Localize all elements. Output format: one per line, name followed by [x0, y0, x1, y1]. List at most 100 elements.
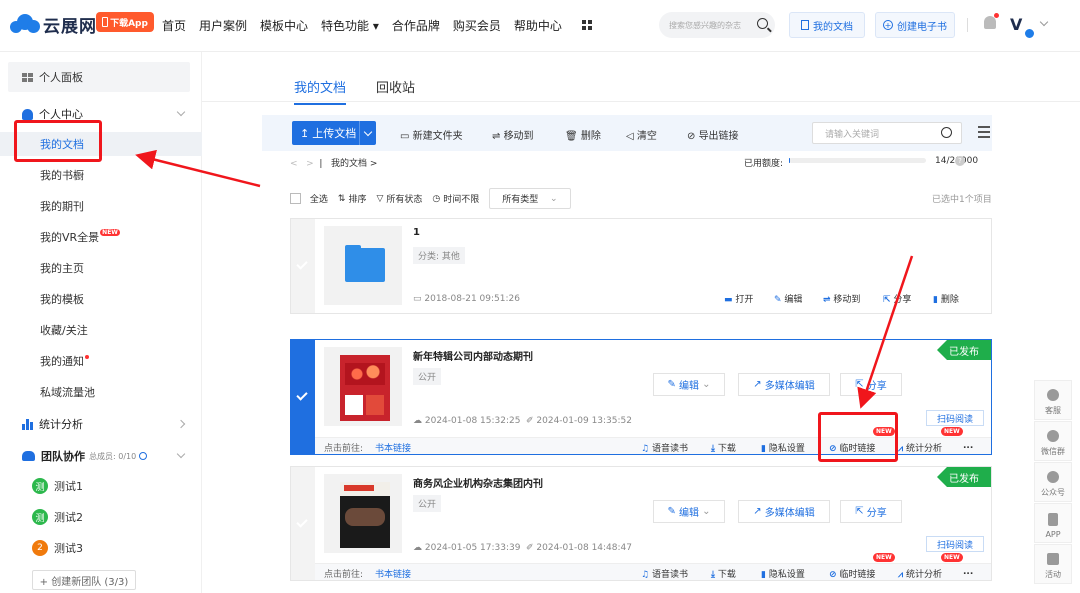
privacy-button[interactable]: ▮ 隐私设置 — [761, 567, 805, 580]
folder-card[interactable]: 1 分类: 其他 ▭ 2018-08-21 09:51:26 ▬ 打开 ✎ 编辑… — [290, 218, 992, 314]
select-all-checkbox[interactable]: 全选 — [290, 192, 328, 205]
folder-move-button[interactable]: ⇌ 移动到 — [823, 292, 860, 305]
folder-share-button[interactable]: ⇱ 分享 — [883, 292, 911, 305]
forward-arrow-icon[interactable]: > — [306, 159, 314, 169]
new-folder-button[interactable]: ▭ 新建文件夹 — [400, 127, 463, 142]
sidebar-item-label: 我的主页 — [40, 262, 84, 275]
sidebar-stats[interactable]: 统计分析 — [0, 412, 202, 436]
book-link[interactable]: 书本链接 — [375, 567, 411, 580]
team-item-1[interactable]: 测测试1 — [0, 474, 202, 498]
create-ebook-button[interactable]: + 创建电子书 — [875, 12, 955, 38]
folder-delete-button[interactable]: ▮ 删除 — [933, 292, 959, 305]
my-docs-button[interactable]: 我的文档 — [789, 12, 865, 38]
sidebar-team[interactable]: 团队协作 总成员: 0/10 — [0, 444, 202, 468]
book-cover[interactable] — [324, 474, 402, 553]
chevron-down-icon[interactable] — [1039, 17, 1049, 27]
more-icon[interactable]: ... — [963, 567, 973, 577]
nav-brands[interactable]: 合作品牌 — [392, 17, 440, 34]
rail-official-account[interactable]: 公众号 — [1034, 462, 1072, 502]
temp-link-button[interactable]: ⊘ 临时链接 — [829, 567, 875, 580]
status-filter[interactable]: ▽ 所有状态 — [376, 192, 422, 206]
team-item-3[interactable]: 2 测试3 — [0, 536, 202, 560]
doc-card[interactable]: 商务风企业机构杂志集团内刊 公开 已发布 ✎ 编辑 ⌄ ↗ 多媒体编辑 ⇱ 分享… — [290, 466, 992, 581]
voice-read-button[interactable]: ♫ 语音读书 — [641, 567, 688, 580]
notification-bell-icon[interactable] — [984, 13, 999, 29]
nav-home[interactable]: 首页 — [162, 17, 186, 34]
search-icon[interactable] — [941, 127, 952, 138]
select-checkbox[interactable] — [291, 340, 315, 454]
sidebar-item-homepage[interactable]: 我的主页 — [0, 256, 202, 280]
rail-activity[interactable]: 活动 — [1034, 544, 1072, 584]
apps-grid-icon[interactable] — [582, 20, 592, 30]
stats-button[interactable]: ⩘ 统计分析 — [898, 567, 942, 580]
delete-button[interactable]: 🗑 删除 — [565, 127, 601, 142]
download-button[interactable]: ⤓ 下载 — [711, 441, 736, 454]
move-button[interactable]: ⇌ 移动到 — [492, 127, 534, 142]
book-cover[interactable] — [324, 347, 402, 426]
sidebar-item-templates[interactable]: 我的模板 — [0, 287, 202, 311]
sidebar-item-notifications[interactable]: 我的通知 — [0, 349, 202, 373]
download-button[interactable]: ⤓ 下载 — [711, 567, 736, 580]
time-filter[interactable]: ◷ 时间不限 — [432, 192, 479, 206]
select-checkbox[interactable] — [291, 467, 315, 580]
scan-read-button[interactable]: 扫码阅读 — [926, 536, 984, 552]
sidebar-item-private-traffic[interactable]: 私域流量池 — [0, 380, 202, 404]
doc-title[interactable]: 商务风企业机构杂志集团内刊 — [413, 475, 543, 490]
breadcrumb-path[interactable]: 我的文档 > — [331, 159, 377, 169]
nav-cases[interactable]: 用户案例 — [199, 17, 247, 34]
help-icon[interactable]: ? — [955, 156, 965, 166]
folder-thumbnail[interactable] — [324, 226, 402, 305]
nav-templates[interactable]: 模板中心 — [260, 17, 308, 34]
clear-button[interactable]: ◁ 清空 — [626, 127, 657, 142]
type-select[interactable]: 所有类型 ⌄ — [489, 188, 571, 209]
rail-support[interactable]: 客服 — [1034, 380, 1072, 420]
stats-button[interactable]: ⩘ 统计分析 — [898, 441, 942, 454]
share-label: 分享 — [893, 295, 912, 305]
share-label: 分享 — [866, 508, 887, 519]
more-icon[interactable]: ... — [963, 441, 973, 451]
nav-features[interactable]: 特色功能 ▾ — [321, 17, 379, 34]
privacy-button[interactable]: ▮ 隐私设置 — [761, 441, 805, 454]
back-arrow-icon[interactable]: < — [290, 159, 298, 169]
team-item-2[interactable]: 测测试2 — [0, 505, 202, 529]
folder-open-button[interactable]: ▬ 打开 — [724, 292, 753, 305]
folder-title[interactable]: 1 — [413, 227, 420, 238]
edit-button[interactable]: ✎ 编辑 ⌄ — [653, 373, 725, 396]
user-avatar[interactable]: V — [1010, 15, 1035, 39]
sort-button[interactable]: ⇅ 排序 — [338, 192, 367, 206]
personal-panel-button[interactable]: 个人面板 — [8, 62, 190, 92]
folder-edit-button[interactable]: ✎ 编辑 — [774, 292, 802, 305]
rail-app[interactable]: APP — [1034, 503, 1072, 543]
updated-value: 2024-01-08 14:48:47 — [536, 543, 632, 553]
chevron-down-icon[interactable] — [360, 121, 376, 145]
share-button[interactable]: ⇱ 分享 — [840, 373, 902, 396]
share-button[interactable]: ⇱ 分享 — [840, 500, 902, 523]
export-link-button[interactable]: ⊘ 导出链接 — [687, 127, 739, 142]
book-link[interactable]: 书本链接 — [375, 441, 411, 454]
search-icon[interactable] — [757, 18, 768, 29]
site-logo[interactable]: 云展网 — [10, 12, 97, 37]
nav-help[interactable]: 帮助中心 — [514, 17, 562, 34]
folder-icon — [345, 248, 385, 282]
keyword-search-input[interactable]: 请输入关键词 — [812, 122, 962, 144]
goto-label: 点击前往: — [324, 570, 364, 580]
sidebar-item-favorites[interactable]: 收藏/关注 — [0, 318, 202, 342]
create-team-button[interactable]: + 创建新团队 (3/3) — [32, 570, 136, 590]
list-view-icon[interactable] — [978, 126, 990, 138]
sidebar-item-periodicals[interactable]: 我的期刊 — [0, 194, 202, 218]
sidebar-item-vr[interactable]: 我的VR全景 NEW — [0, 225, 202, 249]
edit-button[interactable]: ✎ 编辑 ⌄ — [653, 500, 725, 523]
download-app-button[interactable]: 下载App — [96, 12, 154, 32]
nav-membership[interactable]: 购买会员 — [453, 17, 501, 34]
rail-wechat-group[interactable]: 微信群 — [1034, 421, 1072, 461]
sidebar-item-bookshelf[interactable]: 我的书橱 — [0, 163, 202, 187]
top-search-input[interactable]: 搜索您感兴趣的杂志 — [659, 12, 775, 38]
voice-read-button[interactable]: ♫ 语音读书 — [641, 441, 688, 454]
doc-title[interactable]: 新年特辑公司内部动态期刊 — [413, 348, 533, 363]
media-edit-button[interactable]: ↗ 多媒体编辑 — [738, 373, 830, 396]
select-checkbox[interactable] — [291, 219, 315, 313]
media-edit-button[interactable]: ↗ 多媒体编辑 — [738, 500, 830, 523]
upload-button[interactable]: ↥ 上传文档 — [292, 121, 376, 145]
scan-read-button[interactable]: 扫码阅读 — [926, 410, 984, 426]
headphones-icon: ♫ — [641, 570, 650, 580]
